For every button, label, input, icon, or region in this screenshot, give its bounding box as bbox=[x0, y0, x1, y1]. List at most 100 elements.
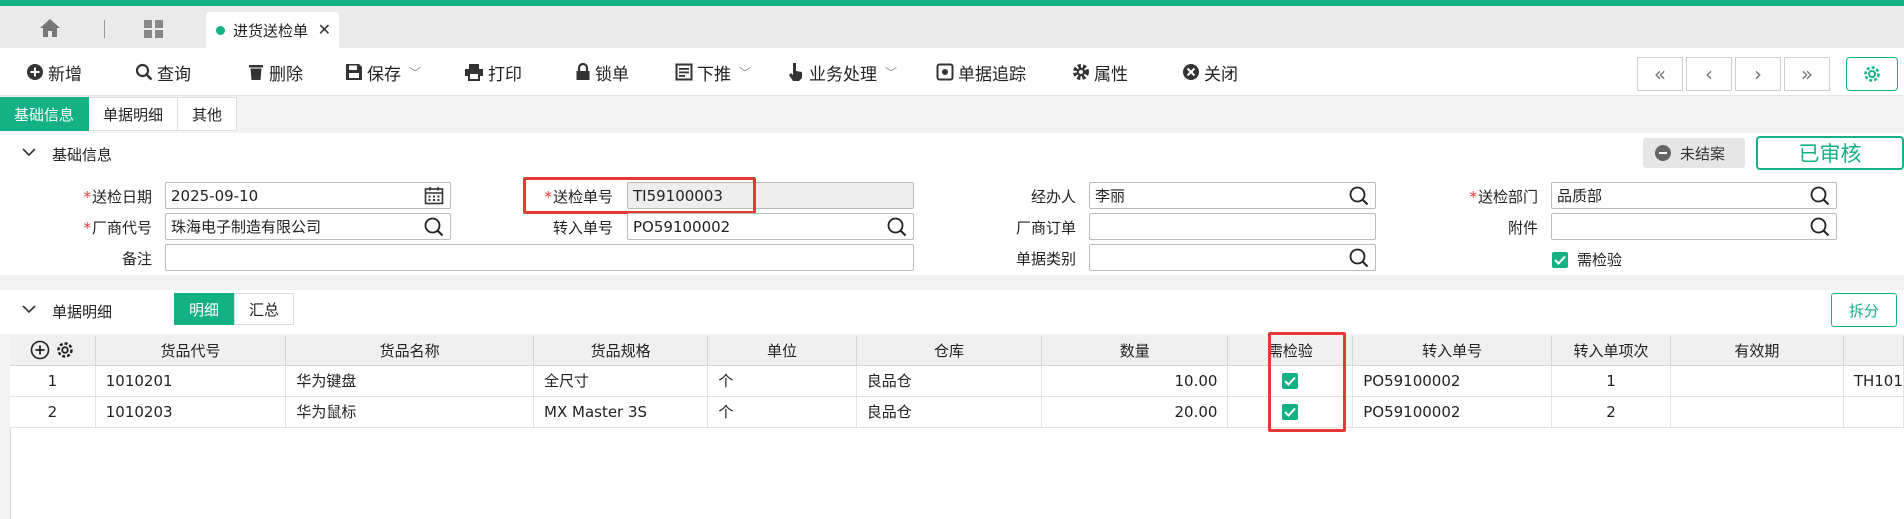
dept-field[interactable]: 品质部 bbox=[1551, 182, 1837, 209]
search-icon[interactable] bbox=[1349, 248, 1369, 268]
col-transfer-no[interactable]: 转入单号 bbox=[1352, 336, 1553, 366]
checkbox-checked-icon[interactable] bbox=[1282, 403, 1299, 420]
push-down-label: 下推 bbox=[697, 64, 731, 85]
cell-transfer-no[interactable]: PO59100002 bbox=[1352, 396, 1553, 428]
cell-qty[interactable]: 10.00 bbox=[1041, 365, 1229, 397]
tab-basic-info[interactable]: 基础信息 bbox=[0, 97, 90, 131]
doc-type-label: 单据类别 bbox=[1015, 250, 1076, 268]
status-badge-approved: 已审核 bbox=[1756, 136, 1904, 170]
search-icon[interactable] bbox=[1349, 186, 1369, 206]
cell-expiry[interactable] bbox=[1670, 396, 1844, 428]
chevron-down-icon: ﹀ bbox=[409, 65, 422, 80]
col-spec[interactable]: 货品规格 bbox=[533, 336, 709, 366]
col-warehouse[interactable]: 仓库 bbox=[856, 336, 1043, 366]
col-name[interactable]: 货品名称 bbox=[285, 336, 535, 366]
inspect-date-label: *送检日期 bbox=[83, 188, 152, 206]
cell-name[interactable]: 华为鼠标 bbox=[285, 396, 535, 428]
cell-expiry[interactable] bbox=[1670, 365, 1844, 397]
trace-button[interactable]: 单据追踪 bbox=[936, 60, 1026, 85]
col-expiry[interactable]: 有效期 bbox=[1670, 336, 1844, 366]
vendor-code-field[interactable]: 珠海电子制造有限公司 bbox=[165, 213, 451, 240]
attributes-button[interactable]: 属性 bbox=[1072, 60, 1128, 85]
transfer-no-field[interactable]: PO59100002 bbox=[627, 213, 914, 240]
next-record-button[interactable]: › bbox=[1735, 57, 1781, 91]
cell-code[interactable]: 1010201 bbox=[95, 365, 287, 397]
col-qty[interactable]: 数量 bbox=[1041, 336, 1229, 366]
apps-grid-icon[interactable] bbox=[143, 19, 165, 39]
print-button[interactable]: 打印 bbox=[464, 60, 522, 85]
split-button[interactable]: 拆分 bbox=[1831, 293, 1897, 327]
save-button[interactable]: 保存 ﹀ bbox=[345, 60, 422, 85]
gear-icon bbox=[1073, 64, 1089, 80]
cell-spec[interactable]: MX Master 3S bbox=[533, 396, 709, 428]
last-record-button[interactable]: » bbox=[1784, 57, 1830, 91]
close-tab-icon[interactable]: ✕ bbox=[318, 20, 331, 39]
search-icon[interactable] bbox=[1810, 217, 1830, 237]
need-inspect-checkbox[interactable]: 需检验 bbox=[1552, 249, 1622, 270]
cell-need-inspect[interactable] bbox=[1227, 396, 1354, 428]
add-label: 新增 bbox=[48, 64, 82, 85]
prev-record-button[interactable]: ‹ bbox=[1686, 57, 1732, 91]
query-button[interactable]: 查询 bbox=[135, 60, 191, 85]
business-button[interactable]: 业务处理 ﹀ bbox=[787, 60, 898, 85]
remark-field[interactable] bbox=[165, 244, 914, 271]
cell-transfer-item[interactable]: 2 bbox=[1551, 396, 1671, 428]
table-row[interactable]: 2 1010203 华为鼠标 MX Master 3S 个 良品仓 20.00 … bbox=[10, 396, 1904, 428]
cell-name[interactable]: 华为键盘 bbox=[285, 365, 535, 397]
settings-button[interactable] bbox=[1846, 57, 1898, 91]
col-unit[interactable]: 单位 bbox=[707, 336, 857, 366]
first-record-button[interactable]: « bbox=[1637, 57, 1683, 91]
handler-field[interactable]: 李丽 bbox=[1089, 182, 1376, 209]
search-icon[interactable] bbox=[424, 217, 444, 237]
lock-button[interactable]: 锁单 bbox=[575, 60, 629, 85]
checkbox-checked-icon[interactable] bbox=[1282, 372, 1299, 389]
close-button[interactable]: 关闭 bbox=[1182, 60, 1238, 85]
cell-unit[interactable]: 个 bbox=[707, 365, 857, 397]
tab-doc-detail[interactable]: 单据明细 bbox=[89, 97, 179, 131]
tab-other[interactable]: 其他 bbox=[178, 97, 238, 131]
cell-warehouse[interactable]: 良品仓 bbox=[856, 365, 1043, 397]
cell-transfer-no[interactable]: PO59100002 bbox=[1352, 365, 1553, 397]
vendor-order-field[interactable] bbox=[1089, 213, 1376, 240]
cell-code[interactable]: 1010203 bbox=[95, 396, 287, 428]
cell-need-inspect[interactable] bbox=[1227, 365, 1354, 397]
cell-unit[interactable]: 个 bbox=[707, 396, 857, 428]
cell-extra[interactable]: TH101 bbox=[1843, 365, 1904, 397]
lock-icon bbox=[576, 63, 590, 80]
cell-extra[interactable] bbox=[1843, 396, 1904, 428]
tab-doc[interactable]: 进货送检单 ✕ bbox=[206, 12, 339, 48]
calendar-icon[interactable] bbox=[424, 186, 444, 205]
inspect-no-field: TI59100003 bbox=[627, 182, 914, 209]
cell-transfer-item[interactable]: 1 bbox=[1551, 365, 1671, 397]
gear-icon[interactable] bbox=[55, 340, 75, 360]
doc-type-field[interactable] bbox=[1089, 244, 1376, 271]
close-label: 关闭 bbox=[1204, 64, 1238, 85]
cell-warehouse[interactable]: 良品仓 bbox=[856, 396, 1043, 428]
grid-tools-header bbox=[10, 336, 96, 366]
add-button[interactable]: 新增 bbox=[26, 60, 82, 85]
cell-spec[interactable]: 全尺寸 bbox=[533, 365, 709, 397]
col-transfer-item[interactable]: 转入单项次 bbox=[1551, 336, 1671, 366]
home-icon[interactable] bbox=[38, 17, 62, 39]
search-icon[interactable] bbox=[887, 217, 907, 237]
add-row-icon[interactable] bbox=[30, 340, 50, 360]
seg-summary[interactable]: 汇总 bbox=[234, 293, 295, 325]
status-badge-unclosed: 未结案 bbox=[1643, 138, 1745, 168]
push-down-button[interactable]: 下推 ﹀ bbox=[675, 60, 751, 85]
table-row[interactable]: 1 1010201 华为键盘 全尺寸 个 良品仓 10.00 PO5910000… bbox=[10, 365, 1904, 397]
attachment-field[interactable] bbox=[1551, 213, 1837, 240]
col-need-inspect[interactable]: 需检验 bbox=[1227, 336, 1354, 366]
trash-icon bbox=[249, 65, 263, 80]
grid-header-row: 货品代号 货品名称 货品规格 单位 仓库 数量 需检验 转入单号 转入单项次 有… bbox=[10, 336, 1904, 366]
inspect-date-field[interactable]: 2025-09-10 bbox=[165, 182, 451, 209]
unclosed-label: 未结案 bbox=[1680, 144, 1726, 163]
delete-button[interactable]: 删除 bbox=[247, 60, 303, 85]
basic-info-title: 基础信息 bbox=[52, 145, 113, 164]
cell-qty[interactable]: 20.00 bbox=[1041, 396, 1229, 428]
chevron-down-icon: ﹀ bbox=[885, 65, 898, 80]
col-code[interactable]: 货品代号 bbox=[95, 336, 287, 366]
query-label: 查询 bbox=[157, 64, 191, 85]
seg-detail[interactable]: 明细 bbox=[174, 293, 235, 325]
basic-info-header[interactable]: 基础信息 bbox=[0, 133, 1904, 175]
search-icon[interactable] bbox=[1810, 186, 1830, 206]
